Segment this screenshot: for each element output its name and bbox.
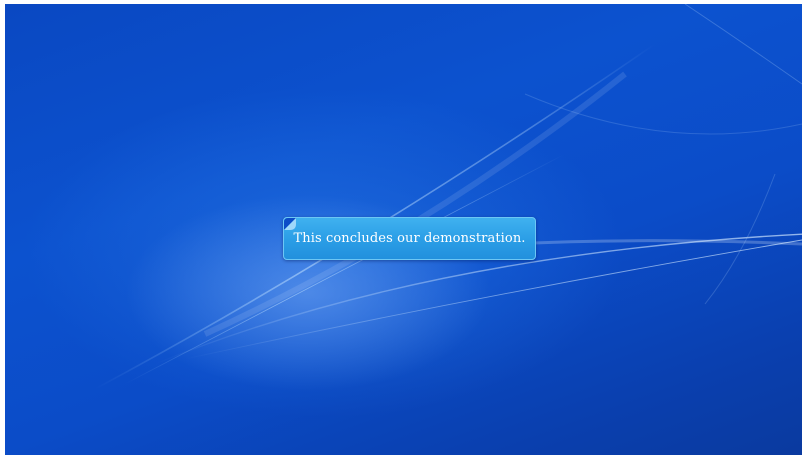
callout-fold-icon — [284, 218, 296, 230]
screen-frame: This concludes our demonstration. — [0, 0, 802, 459]
demonstration-callout: This concludes our demonstration. — [283, 217, 536, 260]
desktop-background: This concludes our demonstration. — [5, 4, 802, 455]
callout-text: This concludes our demonstration. — [293, 231, 526, 246]
